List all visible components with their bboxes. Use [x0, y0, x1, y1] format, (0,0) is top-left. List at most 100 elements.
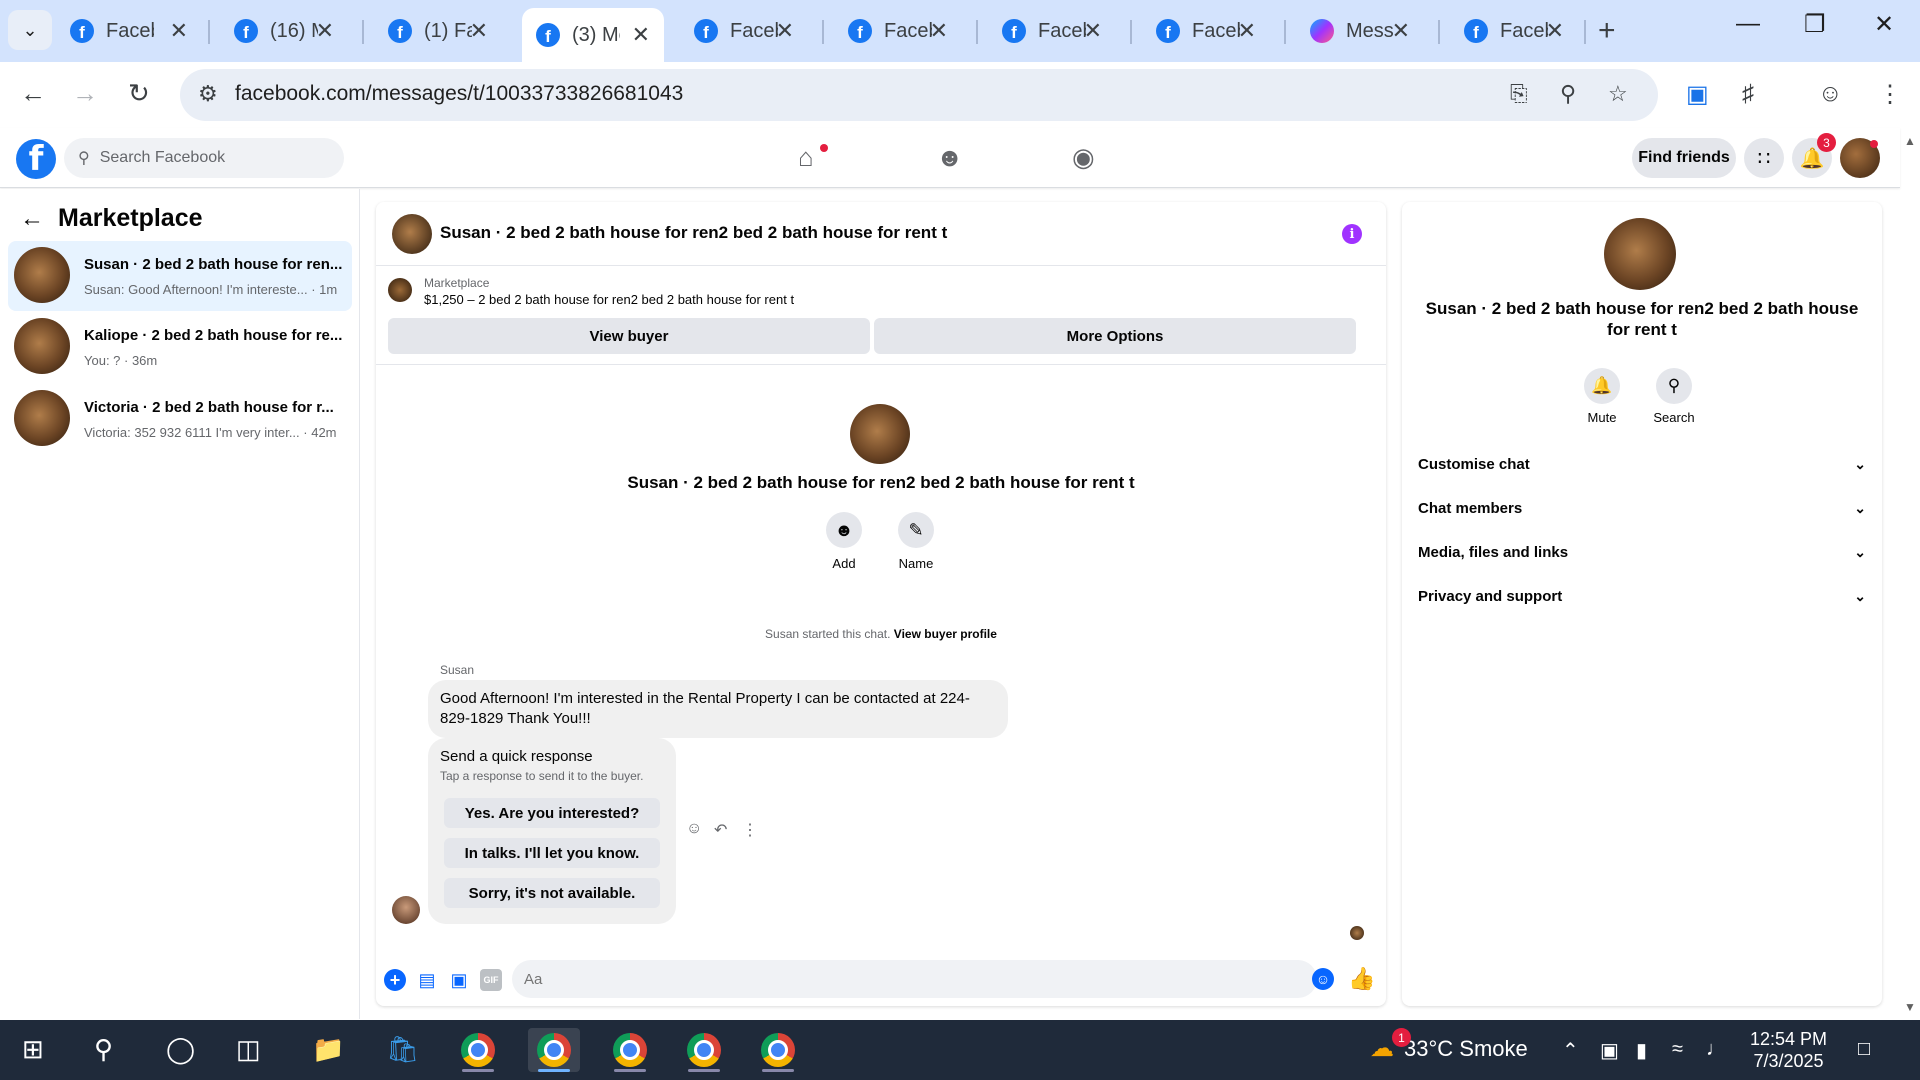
close-icon[interactable]: ✕ [776, 18, 794, 44]
url-text[interactable]: facebook.com/messages/t/1003373382668104… [235, 82, 683, 106]
browser-tab[interactable]: f Faceb ✕ [988, 8, 1116, 54]
close-icon[interactable]: ✕ [1392, 18, 1410, 44]
extensions-puzzle-icon[interactable]: ♯ [1742, 80, 1754, 108]
tab-search-icon[interactable]: ⌄ [8, 10, 52, 50]
new-tab-plus-icon[interactable]: + [1598, 14, 1616, 48]
image-icon[interactable]: ▤ [416, 969, 438, 991]
install-app-icon[interactable]: ⎘ [1510, 81, 1528, 107]
chrome-taskbar-app[interactable] [604, 1028, 656, 1072]
mute-button[interactable]: 🔔 Mute [1572, 368, 1632, 425]
browser-tab-active[interactable]: f (3) Me ✕ [522, 8, 664, 62]
address-bar[interactable]: ⚙ facebook.com/messages/t/10033733826681… [180, 69, 1658, 121]
browser-tab[interactable]: f Faceb ✕ [56, 8, 202, 54]
chat-members-section[interactable]: Chat members ⌄ [1416, 488, 1868, 528]
home-icon[interactable]: ⌂ [798, 142, 814, 173]
groups-icon[interactable]: ◉ [1072, 142, 1095, 173]
back-icon[interactable]: ← [20, 78, 46, 109]
facebook-logo-icon[interactable]: f [16, 139, 56, 179]
sticker-icon[interactable]: ▣ [448, 969, 470, 991]
task-view-icon[interactable]: ◫ [236, 1034, 261, 1065]
profile-icon[interactable]: ☺ [1818, 80, 1843, 108]
find-friends-button[interactable]: Find friends [1632, 138, 1736, 178]
browser-tab[interactable]: f Faceb ✕ [1450, 8, 1578, 54]
close-icon[interactable]: ✕ [1238, 18, 1256, 44]
wifi-icon[interactable]: ≈ [1672, 1038, 1683, 1061]
window-close-icon[interactable]: ✕ [1874, 10, 1894, 39]
chat-title[interactable]: Susan · 2 bed 2 bath house for ren2 bed … [440, 223, 947, 243]
thumbs-up-icon[interactable]: 👍 [1348, 966, 1375, 992]
battery-icon[interactable]: ▮ [1636, 1038, 1647, 1063]
browser-menu-icon[interactable]: ⋮ [1878, 80, 1902, 109]
more-vertical-icon[interactable]: ⋮ [742, 820, 758, 840]
close-icon[interactable]: ✕ [930, 18, 948, 44]
browser-tab[interactable]: f (16) M ✕ [220, 8, 348, 54]
zoom-icon[interactable]: ⚲ [1560, 81, 1576, 107]
view-buyer-profile-link[interactable]: View buyer profile [894, 627, 997, 641]
scroll-down-icon[interactable]: ▼ [1900, 1000, 1920, 1014]
reload-icon[interactable]: ↻ [128, 78, 150, 109]
conversation-name: Susan · 2 bed 2 bath house for ren... [84, 256, 343, 273]
meet-now-icon[interactable]: ▣ [1600, 1038, 1619, 1063]
message-bubble[interactable]: Good Afternoon! I'm interested in the Re… [428, 680, 1008, 738]
windows-start-icon[interactable]: ⊞ [22, 1034, 44, 1065]
extension-cube-icon[interactable]: ▣ [1686, 80, 1709, 109]
search-icon[interactable]: ⚲ [94, 1034, 113, 1065]
chrome-taskbar-app[interactable] [528, 1028, 580, 1072]
search-facebook-input[interactable]: ⚲ Search Facebook [64, 138, 344, 178]
menu-grid-icon[interactable]: ∷ [1744, 138, 1784, 178]
reply-icon[interactable]: ↶ [714, 820, 727, 840]
react-emoji-icon[interactable]: ☺ [686, 820, 702, 838]
friends-icon[interactable]: ☻ [936, 142, 963, 173]
action-center-icon[interactable]: □ [1858, 1038, 1870, 1061]
media-files-links-section[interactable]: Media, files and links ⌄ [1416, 532, 1868, 572]
search-icon: ⚲ [78, 150, 90, 167]
close-icon[interactable]: ✕ [1546, 18, 1564, 44]
bookmark-star-icon[interactable]: ☆ [1608, 81, 1628, 107]
name-button[interactable]: ✎ Name [881, 512, 951, 571]
cortana-icon[interactable]: ◯ [166, 1034, 195, 1065]
more-options-button[interactable]: More Options [874, 318, 1356, 354]
site-info-icon[interactable]: ⚙ [198, 81, 218, 107]
volume-icon[interactable]: ♩ [1706, 1038, 1726, 1061]
message-input[interactable] [512, 960, 1317, 998]
browser-tab[interactable]: f Faceb ✕ [680, 8, 808, 54]
gif-icon[interactable]: GIF [480, 969, 502, 991]
view-buyer-button[interactable]: View buyer [388, 318, 870, 354]
chrome-taskbar-app[interactable] [752, 1028, 804, 1072]
info-icon[interactable]: i [1342, 224, 1362, 244]
conversation-item[interactable]: Victoria · 2 bed 2 bath house for r... V… [8, 384, 352, 454]
close-icon[interactable]: ✕ [316, 18, 334, 44]
close-icon[interactable]: ✕ [1084, 18, 1102, 44]
chevron-up-icon[interactable]: ⌃ [1562, 1038, 1579, 1063]
minimize-icon[interactable]: — [1736, 10, 1760, 38]
chrome-taskbar-app[interactable] [452, 1028, 504, 1072]
emoji-icon[interactable]: ☺ [1312, 968, 1334, 990]
facebook-icon: f [1156, 19, 1180, 43]
customise-chat-section[interactable]: Customise chat ⌄ [1416, 444, 1868, 484]
conversation-item[interactable]: Kaliope · 2 bed 2 bath house for re... Y… [8, 312, 352, 382]
forward-icon[interactable]: → [72, 78, 98, 109]
close-icon[interactable]: ✕ [470, 18, 488, 44]
file-explorer-icon[interactable]: 📁 [312, 1034, 344, 1065]
system-clock[interactable]: 12:54 PM 7/3/2025 [1750, 1028, 1827, 1072]
quick-response-button[interactable]: In talks. I'll let you know. [444, 838, 660, 868]
back-arrow-icon[interactable]: ← [20, 205, 44, 233]
add-button[interactable]: ☻ Add [809, 512, 879, 571]
privacy-support-section[interactable]: Privacy and support ⌄ [1416, 576, 1868, 616]
quick-response-button[interactable]: Sorry, it's not available. [444, 878, 660, 908]
search-button[interactable]: ⚲ Search [1644, 368, 1704, 425]
microsoft-store-icon[interactable]: 🛍 [386, 1034, 419, 1065]
plus-circle-icon[interactable]: + [384, 969, 406, 991]
avatar[interactable] [392, 214, 432, 254]
chrome-taskbar-app[interactable] [678, 1028, 730, 1072]
browser-tab[interactable]: Messe ✕ [1296, 8, 1424, 54]
close-icon[interactable]: ✕ [632, 22, 650, 48]
scroll-up-icon[interactable]: ▲ [1900, 134, 1920, 148]
browser-tab[interactable]: f Faceb ✕ [834, 8, 962, 54]
close-icon[interactable]: ✕ [170, 18, 188, 44]
conversation-item[interactable]: Susan · 2 bed 2 bath house for ren... Su… [8, 241, 352, 311]
quick-response-button[interactable]: Yes. Are you interested? [444, 798, 660, 828]
browser-tab[interactable]: f Faceb ✕ [1142, 8, 1270, 54]
browser-tab[interactable]: f (1) Fa ✕ [374, 8, 502, 54]
restore-icon[interactable]: ❐ [1804, 10, 1826, 39]
